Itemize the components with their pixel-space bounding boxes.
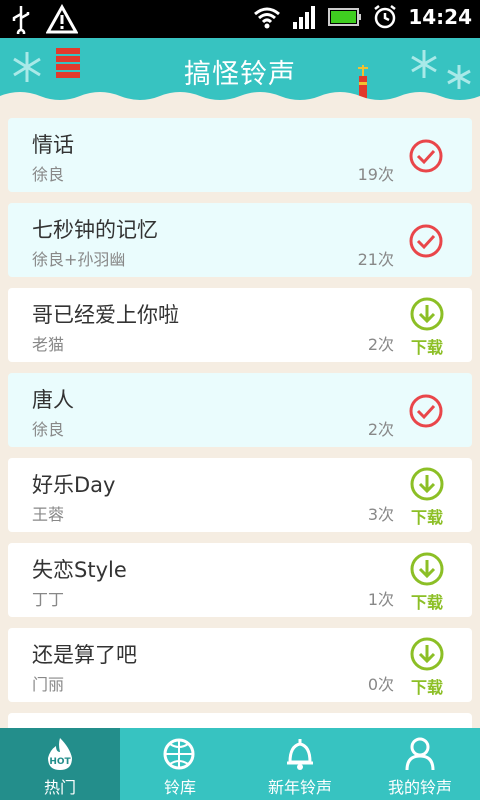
tab-label: 热门: [43, 778, 76, 797]
song-artist: 徐良: [32, 165, 65, 184]
download-icon: [410, 637, 444, 671]
play-count: 21次: [357, 250, 394, 269]
download-button[interactable]: 下载: [408, 551, 446, 612]
alarm-icon: [374, 5, 397, 29]
song-artist: 王蓉: [32, 505, 65, 524]
list-item[interactable]: 七秒钟的记忆 徐良+孙羽幽 21次: [8, 203, 472, 277]
warning-icon: [46, 4, 78, 34]
status-bar: 14:24: [0, 0, 480, 38]
list-item[interactable]: 情话 徐良 19次: [8, 118, 472, 192]
song-artist: 徐良+孙羽幽: [32, 250, 126, 269]
snowflake-icon: [447, 65, 471, 89]
song-name: 哥已经爱上你啦: [32, 303, 179, 327]
play-count: 19次: [357, 165, 394, 184]
download-icon: [410, 552, 444, 586]
song-name: 好乐Day: [32, 473, 116, 497]
globe-note-icon: [163, 738, 195, 770]
list-item[interactable]: 失恋Style 丁丁 1次 下载: [8, 543, 472, 617]
song-name: 唐人: [32, 388, 74, 412]
song-artist: 门丽: [32, 675, 65, 694]
svg-text:HOT: HOT: [49, 757, 71, 767]
user-icon: [405, 737, 435, 771]
app-header: 搞怪铃声: [0, 38, 480, 104]
song-name: 七秒钟的记忆: [32, 218, 158, 242]
download-label: 下载: [410, 508, 443, 527]
tab-label: 我的铃声: [387, 778, 452, 797]
battery-icon: [328, 8, 362, 26]
list-item[interactable]: 好乐Day 王蓉 3次 下载: [8, 458, 472, 532]
tab-label: 铃库: [163, 778, 196, 797]
check-circle-icon[interactable]: [408, 223, 444, 259]
download-icon: [410, 467, 444, 501]
song-artist: 徐良: [32, 420, 65, 439]
tab-label: 新年铃声: [267, 778, 332, 797]
tab-my-ringtones[interactable]: 我的铃声: [360, 728, 480, 800]
list-item[interactable]: 还是算了吧 门丽 0次 下载: [8, 628, 472, 702]
list-item[interactable]: 哥已经爱上你啦 老猫 2次 下载: [8, 288, 472, 362]
download-button[interactable]: 下载: [408, 636, 446, 697]
download-button[interactable]: 下载: [408, 296, 446, 357]
play-count: 2次: [367, 420, 394, 439]
play-count: 2次: [367, 335, 394, 354]
signal-icon: [293, 6, 316, 29]
bottom-nav: HOT 热门 铃库 新年铃声 我的铃声: [0, 728, 480, 800]
download-button[interactable]: 下载: [408, 466, 446, 527]
download-label: 下载: [410, 678, 443, 697]
wifi-icon: [254, 7, 281, 29]
hot-flame-icon: HOT: [48, 738, 72, 770]
check-circle-icon[interactable]: [408, 393, 444, 429]
play-count: 0次: [367, 675, 394, 694]
list-item-partial[interactable]: [8, 713, 472, 728]
ringtone-list[interactable]: 情话 徐良 19次 七秒钟的记忆 徐良+孙羽幽 21次 哥已经爱上你啦 老猫 2…: [0, 104, 480, 728]
song-name: 情话: [32, 133, 74, 157]
clock-time: 14:24: [408, 5, 472, 29]
check-circle-icon[interactable]: [408, 138, 444, 174]
song-name: 失恋Style: [32, 558, 127, 582]
tab-new-year[interactable]: 新年铃声: [240, 728, 360, 800]
play-count: 1次: [367, 590, 394, 609]
tab-library[interactable]: 铃库: [120, 728, 240, 800]
snowflake-icon: [411, 50, 437, 78]
download-label: 下载: [410, 593, 443, 612]
snow-wave: [0, 92, 480, 104]
download-icon: [410, 297, 444, 331]
tab-hot[interactable]: HOT 热门: [0, 728, 120, 800]
song-name: 还是算了吧: [32, 643, 137, 667]
usb-icon: [12, 6, 30, 34]
bell-icon: [287, 739, 313, 770]
download-label: 下载: [410, 338, 443, 357]
song-artist: 丁丁: [32, 590, 65, 609]
list-item[interactable]: 唐人 徐良 2次: [8, 373, 472, 447]
play-count: 3次: [367, 505, 394, 524]
song-artist: 老猫: [32, 335, 65, 354]
